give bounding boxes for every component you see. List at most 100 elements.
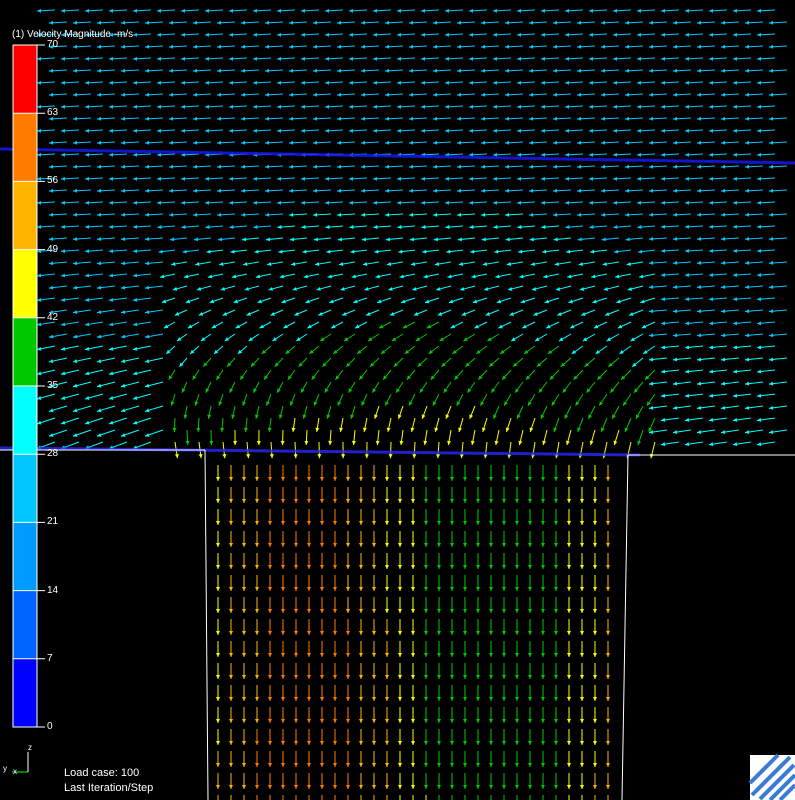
velocity-vector-head — [281, 675, 285, 679]
velocity-vector-head — [242, 653, 246, 657]
velocity-vector-head — [515, 543, 519, 547]
velocity-vector-head — [593, 741, 597, 745]
velocity-vector-head — [49, 433, 54, 437]
velocity-vector-head — [493, 32, 498, 37]
velocity-vector-head — [277, 32, 282, 37]
velocity-vector-head — [265, 237, 271, 242]
velocity-vector-head — [361, 44, 366, 49]
velocity-vector-head — [481, 116, 486, 121]
velocity-vector-head — [133, 346, 138, 351]
velocity-vector-head — [333, 521, 337, 525]
velocity-vector-head — [337, 164, 342, 169]
velocity-vector-head — [577, 237, 582, 242]
velocity-vector-head — [769, 309, 774, 314]
velocity-vector-head — [745, 333, 750, 338]
velocity-vector-head — [97, 140, 102, 145]
velocity-vector-head — [709, 104, 714, 109]
velocity-vector-head — [333, 543, 337, 547]
velocity-vector-head — [589, 225, 594, 230]
velocity-vector-head — [307, 587, 311, 591]
velocity-vector-head — [229, 200, 234, 205]
velocity-vector-head — [450, 543, 454, 547]
velocity-vector-head — [313, 92, 318, 97]
velocity-vector-head — [502, 697, 506, 701]
velocity-vector-head — [553, 68, 558, 73]
legend-band — [13, 454, 37, 523]
velocity-vector-head — [673, 140, 678, 145]
velocity-vector-head — [385, 697, 389, 701]
velocity-vector-head — [457, 140, 462, 145]
velocity-vector-head — [709, 152, 714, 157]
velocity-vector-head — [555, 286, 561, 291]
velocity-vector-head — [593, 763, 597, 767]
velocity-vector-head — [359, 609, 363, 613]
velocity-vector-head — [281, 543, 285, 547]
velocity-vector-head — [613, 56, 618, 61]
velocity-vector-head — [437, 477, 441, 481]
velocity-vector-head — [73, 68, 78, 73]
velocity-vector-head — [265, 44, 270, 49]
velocity-vector-head — [457, 212, 462, 217]
velocity-vector-head — [697, 92, 702, 97]
velocity-vector-head — [229, 609, 233, 613]
velocity-vector-head — [268, 499, 272, 503]
velocity-vector-head — [411, 697, 415, 701]
flow-viewport[interactable] — [0, 0, 795, 800]
velocity-vector-head — [171, 262, 176, 266]
velocity-vector-head — [450, 785, 454, 789]
velocity-vector-head — [565, 32, 570, 37]
velocity-vector-head — [294, 499, 298, 503]
velocity-vector-head — [268, 543, 272, 547]
velocity-vector-head — [424, 785, 428, 789]
velocity-vector-head — [625, 20, 630, 25]
velocity-vector-head — [294, 565, 298, 569]
velocity-vector-head — [37, 128, 42, 133]
velocity-vector-head — [733, 224, 738, 229]
velocity-vector-head — [133, 104, 138, 109]
velocity-vector-head — [216, 499, 220, 503]
velocity-vector-head — [320, 675, 324, 679]
velocity-vector-head — [445, 104, 450, 109]
velocity-vector-head — [61, 8, 66, 13]
legend-band — [13, 317, 37, 386]
velocity-vector-head — [277, 176, 282, 181]
velocity-vector-head — [385, 188, 390, 193]
velocity-vector-head — [697, 68, 702, 73]
velocity-vector-head — [709, 224, 714, 229]
velocity-vector-head — [177, 337, 182, 342]
velocity-vector-head — [565, 80, 570, 85]
velocity-vector-head — [386, 262, 392, 267]
velocity-vector-head — [554, 631, 558, 635]
velocity-vector-head — [554, 499, 558, 503]
velocity-vector-head — [61, 128, 66, 133]
velocity-vector-head — [567, 653, 571, 657]
velocity-vector-head — [541, 741, 545, 745]
velocity-vector-head — [661, 224, 666, 229]
velocity-vector-head — [229, 477, 233, 481]
velocity-vector-head — [637, 80, 642, 85]
velocity-vector-head — [398, 741, 402, 745]
velocity-vector-head — [554, 565, 558, 569]
velocity-vector-head — [529, 92, 534, 97]
velocity-vector-head — [424, 697, 428, 701]
velocity-vector-head — [515, 565, 519, 569]
velocity-vector-head — [359, 741, 363, 745]
velocity-vector-head — [337, 237, 343, 242]
velocity-vector-head — [145, 261, 150, 266]
velocity-vector-head — [437, 565, 441, 569]
velocity-vector-head — [242, 719, 246, 723]
velocity-vector-head — [205, 8, 210, 13]
velocity-vector-head — [398, 631, 402, 635]
velocity-vector-head — [229, 128, 234, 133]
velocity-vector-head — [649, 453, 654, 459]
velocity-vector-head — [385, 763, 389, 767]
velocity-vector-head — [469, 128, 474, 133]
velocity-vector-head — [145, 334, 150, 339]
velocity-vector-head — [325, 176, 330, 181]
velocity-vector-head — [502, 741, 506, 745]
velocity-vector-head — [493, 152, 498, 157]
velocity-vector-head — [434, 262, 440, 267]
velocity-vector-head — [242, 477, 246, 481]
velocity-vector-head — [97, 164, 102, 169]
velocity-vector-head — [697, 260, 702, 265]
